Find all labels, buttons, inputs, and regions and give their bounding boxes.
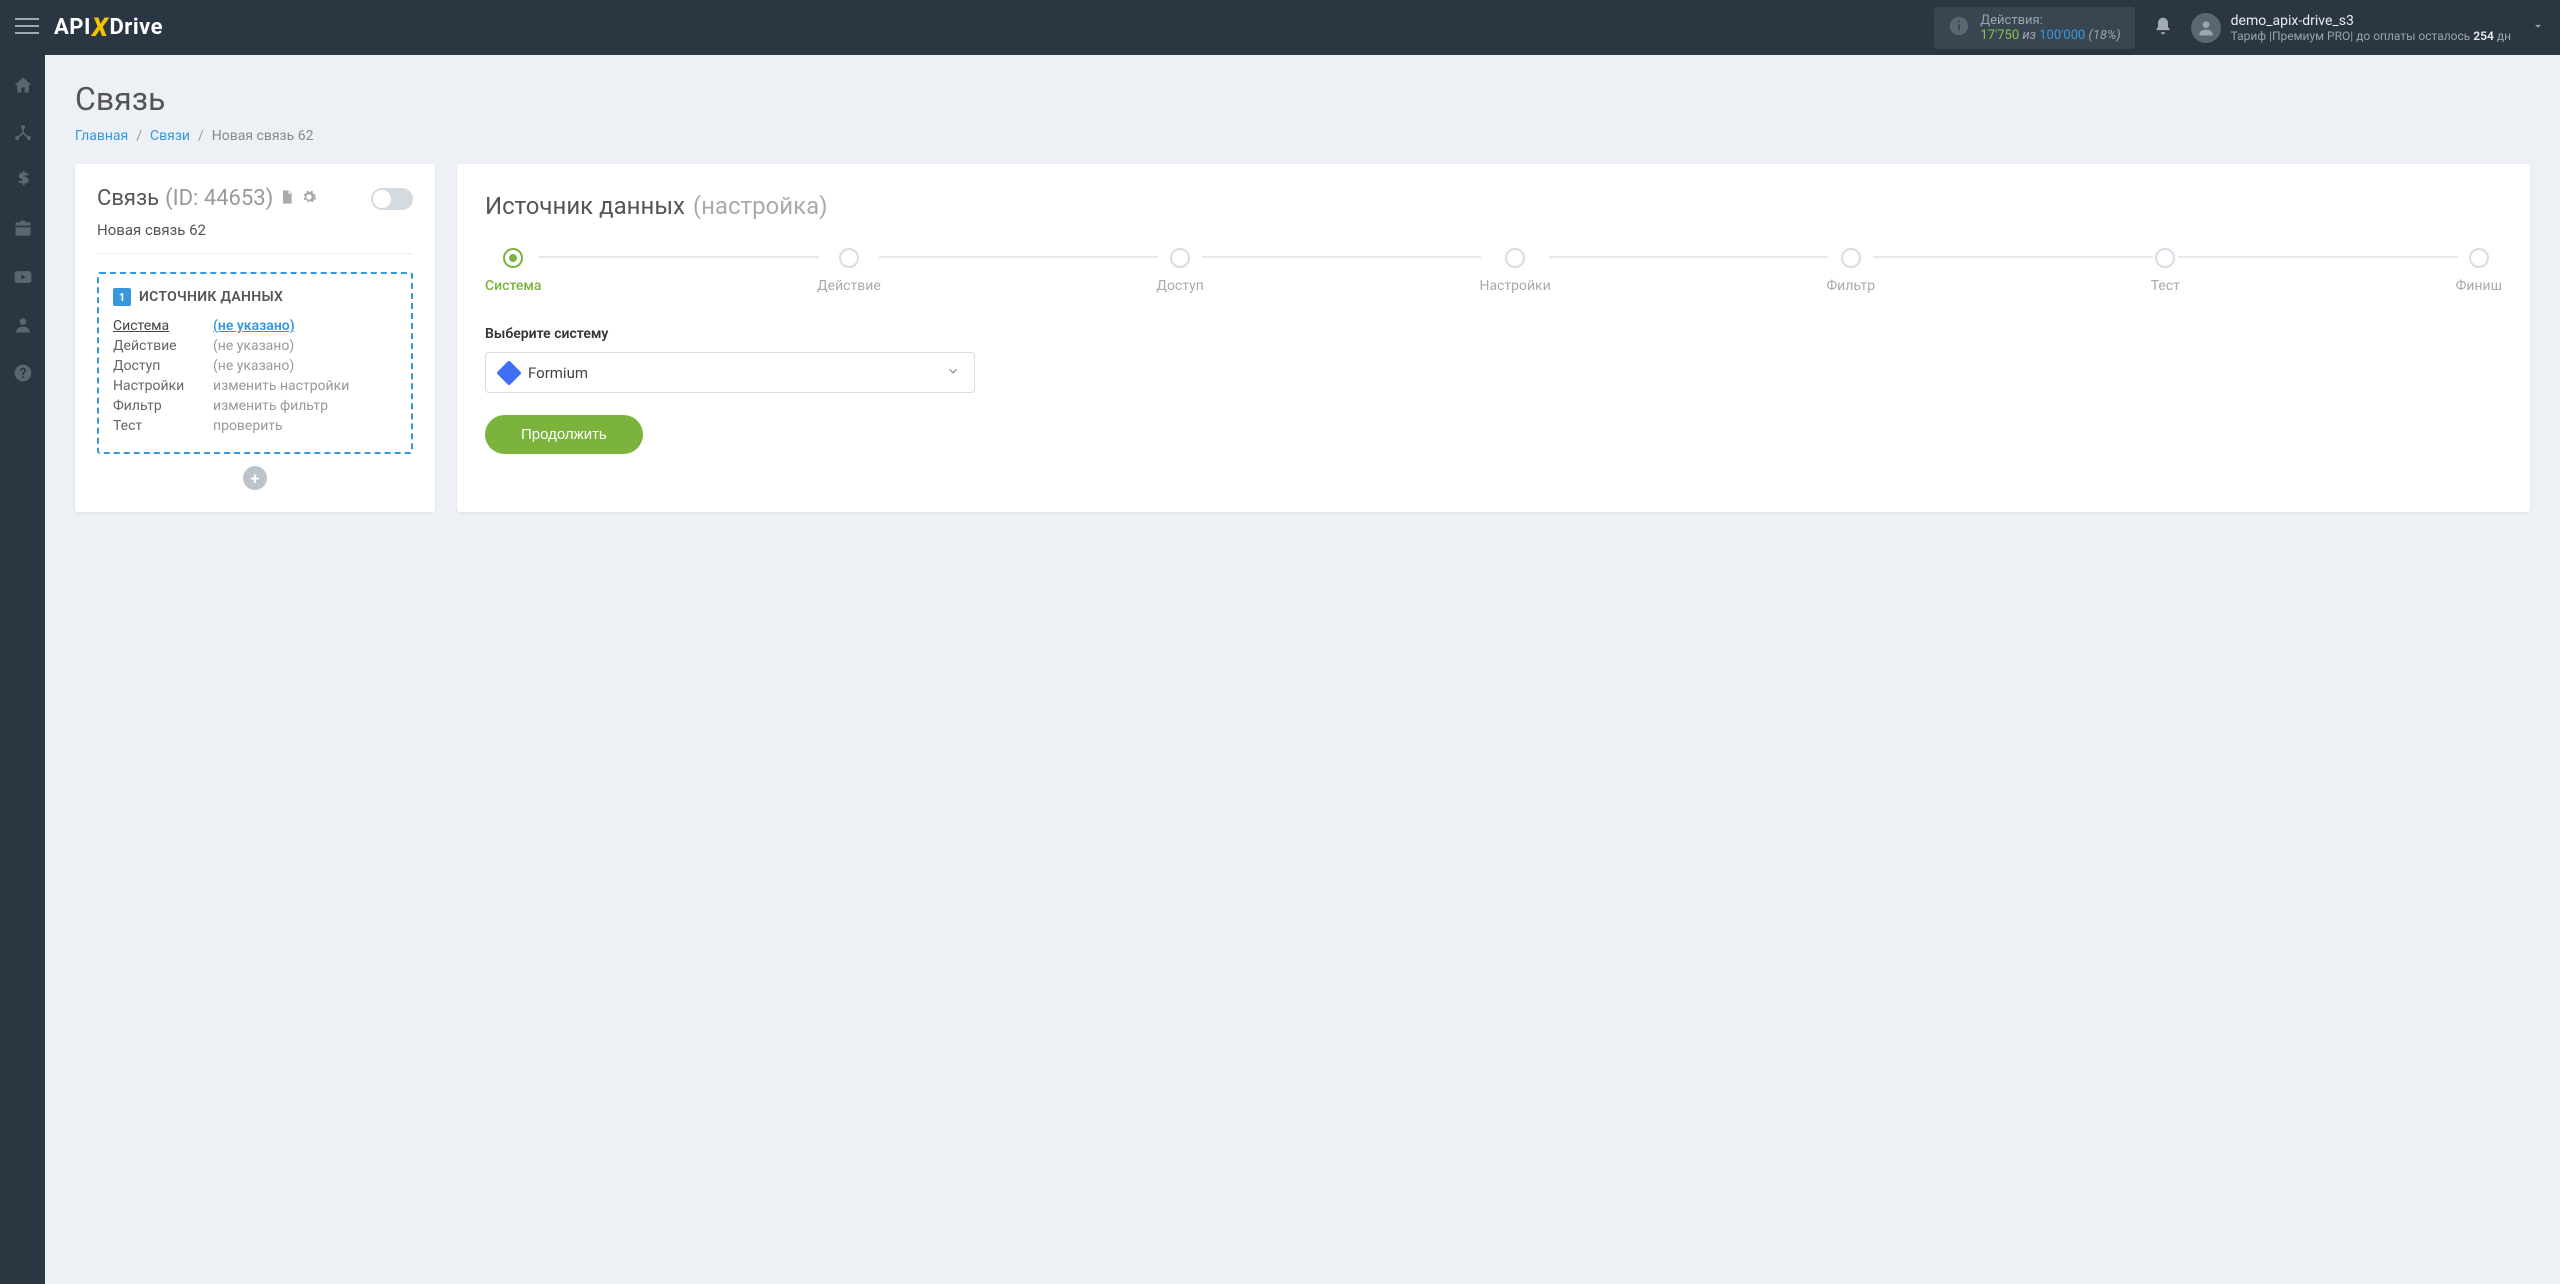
- actions-usage[interactable]: Действия: 17'750 из 100'000 (18%): [1934, 7, 2134, 49]
- step-label: Действие: [817, 278, 881, 294]
- avatar-icon: [2191, 13, 2221, 43]
- source-row[interactable]: Действие (не указано): [113, 338, 397, 354]
- step-dot: [2469, 248, 2489, 268]
- step-label: Доступ: [1156, 278, 1203, 294]
- logo-text-2: Drive: [109, 15, 163, 40]
- sidebar-help-icon[interactable]: [13, 363, 33, 387]
- source-row-label: Система: [113, 318, 193, 334]
- user-menu[interactable]: demo_apix-drive_s3 Тариф |Премиум PRO| д…: [2191, 13, 2545, 43]
- step-label: Финиш: [2456, 278, 2502, 294]
- chevron-down-icon: [946, 363, 960, 382]
- user-name: demo_apix-drive_s3: [2231, 13, 2511, 29]
- breadcrumb-links[interactable]: Связи: [150, 128, 190, 144]
- sidebar-home-icon[interactable]: [13, 75, 33, 99]
- source-row-label: Тест: [113, 418, 193, 434]
- source-row-value: изменить настройки: [213, 378, 349, 394]
- breadcrumb-sep: /: [198, 128, 204, 144]
- actions-value: 17'750 из 100'000 (18%): [1980, 28, 2120, 43]
- step-dot: [1841, 248, 1861, 268]
- config-title: Источник данных: [485, 192, 685, 220]
- user-tariff: Тариф |Премиум PRO| до оплаты осталось 2…: [2231, 29, 2511, 43]
- config-card: Источник данных (настройка) Система Дейст…: [457, 164, 2530, 512]
- source-row-label: Фильтр: [113, 398, 193, 414]
- source-title: ИСТОЧНИК ДАННЫХ: [139, 289, 283, 305]
- breadcrumb-home[interactable]: Главная: [75, 128, 128, 144]
- step-label: Система: [485, 278, 541, 294]
- chevron-down-icon: [2531, 18, 2545, 37]
- source-row-value: (не указано): [213, 338, 294, 354]
- source-row[interactable]: Тест проверить: [113, 418, 397, 434]
- step-label: Тест: [2151, 278, 2180, 294]
- sidebar: [0, 55, 45, 1284]
- connection-title: Связь (ID: 44653): [97, 186, 317, 211]
- notifications-icon[interactable]: [2153, 16, 2173, 40]
- step-label: Настройки: [1479, 278, 1550, 294]
- source-row-label: Доступ: [113, 358, 193, 374]
- step-line: [1873, 256, 2153, 258]
- step-line: [1549, 256, 1829, 258]
- step-тест[interactable]: Тест: [2151, 248, 2180, 294]
- step-line: [539, 256, 819, 258]
- source-row[interactable]: Настройки изменить настройки: [113, 378, 397, 394]
- gear-icon[interactable]: [301, 186, 317, 211]
- step-система[interactable]: Система: [485, 248, 541, 294]
- sidebar-billing-icon[interactable]: [13, 171, 33, 195]
- source-row-label: Действие: [113, 338, 193, 354]
- sidebar-video-icon[interactable]: [13, 267, 33, 291]
- stepper: Система Действие Доступ Настройки Фильтр Тест…: [485, 248, 2502, 294]
- page-title: Связь: [75, 80, 2530, 118]
- topbar: APIXDrive Действия: 17'750 из 100'000 (1…: [0, 0, 2560, 55]
- system-select[interactable]: Formium: [485, 352, 975, 393]
- source-row-label: Настройки: [113, 378, 193, 394]
- connection-toggle[interactable]: [371, 188, 413, 210]
- source-row[interactable]: Система (не указано): [113, 318, 397, 334]
- system-select-label: Выберите систему: [485, 326, 2502, 342]
- source-number: 1: [113, 288, 131, 306]
- breadcrumb-sep: /: [136, 128, 142, 144]
- sidebar-account-icon[interactable]: [13, 315, 33, 339]
- source-row-value[interactable]: (не указано): [213, 318, 295, 334]
- source-row-value: проверить: [213, 418, 283, 434]
- source-row[interactable]: Фильтр изменить фильтр: [113, 398, 397, 414]
- sidebar-briefcase-icon[interactable]: [13, 219, 33, 243]
- step-действие[interactable]: Действие: [817, 248, 881, 294]
- step-line: [879, 256, 1159, 258]
- step-line: [1202, 256, 1482, 258]
- step-настройки[interactable]: Настройки: [1479, 248, 1550, 294]
- add-destination-button[interactable]: +: [243, 466, 267, 490]
- continue-button[interactable]: Продолжить: [485, 415, 643, 454]
- step-line: [2178, 256, 2458, 258]
- config-subtitle: (настройка): [693, 192, 828, 220]
- step-dot: [2155, 248, 2175, 268]
- info-icon: [1948, 15, 1970, 41]
- step-dot: [1505, 248, 1525, 268]
- sidebar-connections-icon[interactable]: [13, 123, 33, 147]
- logo-x: X: [92, 13, 109, 43]
- formium-icon: [496, 360, 521, 385]
- step-фильтр[interactable]: Фильтр: [1826, 248, 1875, 294]
- step-dot: [1170, 248, 1190, 268]
- connection-card: Связь (ID: 44653) Новая связь 62 1 ИСТОЧ…: [75, 164, 435, 512]
- actions-label: Действия:: [1980, 13, 2120, 28]
- step-dot: [839, 248, 859, 268]
- source-row-value: (не указано): [213, 358, 294, 374]
- document-icon[interactable]: [279, 186, 295, 211]
- step-label: Фильтр: [1826, 278, 1875, 294]
- data-source-box: 1 ИСТОЧНИК ДАННЫХ Система(не указано)Дей…: [97, 272, 413, 454]
- connection-name: Новая связь 62: [97, 221, 413, 254]
- select-value: Formium: [528, 364, 936, 382]
- logo[interactable]: APIXDrive: [54, 13, 163, 43]
- breadcrumb: Главная / Связи / Новая связь 62: [75, 128, 2530, 144]
- logo-text: API: [54, 15, 91, 40]
- source-row-value: изменить фильтр: [213, 398, 328, 414]
- step-финиш[interactable]: Финиш: [2456, 248, 2502, 294]
- breadcrumb-current: Новая связь 62: [212, 128, 314, 144]
- source-row[interactable]: Доступ (не указано): [113, 358, 397, 374]
- step-доступ[interactable]: Доступ: [1156, 248, 1203, 294]
- menu-toggle-icon[interactable]: [15, 14, 39, 42]
- step-dot: [503, 248, 523, 268]
- main-content: Связь Главная / Связи / Новая связь 62 С…: [45, 55, 2560, 1284]
